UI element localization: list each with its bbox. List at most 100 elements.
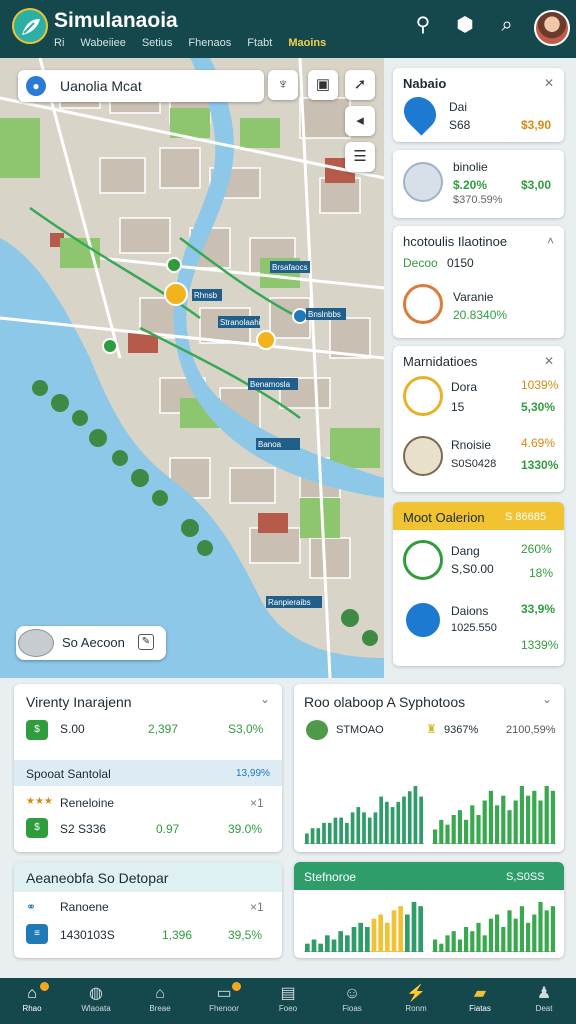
chart-bar <box>482 800 487 844</box>
chart-bar <box>495 914 500 952</box>
bottom-card-2[interactable]: Roo olaboop A Syphotoos ⌄ STMOAO ♜ 9367%… <box>294 684 564 852</box>
map-search-bar[interactable]: ● Uanolia Mcat <box>18 70 264 102</box>
row-name: Daions <box>451 604 489 618</box>
nav-label: Ronm <box>405 1004 427 1013</box>
cash-icon: $ <box>26 720 48 740</box>
info-card-2[interactable]: binolie $.20% $3,00 $370.59% <box>393 150 564 218</box>
people-icon: ☺ <box>343 985 361 1002</box>
info-card-1[interactable]: Nabaio ✕ Dai S68 $3,90 <box>393 68 564 142</box>
bottom-card-3[interactable]: Aeaneobfa So Detopar ⚭ Ranoene ×1 ≡ 1430… <box>14 862 282 958</box>
microphone-icon[interactable]: ♆ <box>268 70 298 100</box>
user-avatar[interactable] <box>534 10 570 46</box>
chart-bar <box>526 922 531 952</box>
nav-label: Deat <box>535 1004 553 1013</box>
bottom-card-4[interactable]: Stefnoroe S,S0SS <box>294 862 564 958</box>
info-card-3[interactable]: hcotoulis Ilaotinoe ˄ Decoo 0150 Varanie… <box>393 226 564 338</box>
chart-bar <box>331 939 337 952</box>
app-logo[interactable] <box>12 8 48 44</box>
chart-bar <box>385 922 390 952</box>
bottom-card-1[interactable]: Virenty Inarajenn ⌄ $ S.00 2,397 S3,0% S… <box>14 684 282 852</box>
chevron-up-icon[interactable]: ˄ <box>547 234 554 248</box>
location-search-icon[interactable]: ⚲ <box>410 12 436 38</box>
top-nav: Ri Wabeiiee Setius Fhenaos Ftabt Maoins <box>54 37 326 49</box>
chart-bar <box>457 810 462 844</box>
directions-icon[interactable]: ➚ <box>345 70 375 100</box>
chart-bar <box>507 910 512 952</box>
row-name: Rnoisie <box>451 438 492 452</box>
chart-bar <box>532 790 537 844</box>
chart-bar <box>396 801 401 844</box>
bottom-nav-finance[interactable]: ▭ Fhenoor <box>192 978 256 1024</box>
nav-item-2[interactable]: Wabeiiee <box>80 37 125 49</box>
nav-item-5[interactable]: Ftabt <box>247 37 272 49</box>
row-sub: 1025.550 <box>451 622 497 634</box>
info-card-4[interactable]: Marnidatioes ✕ Dora 1039% 15 5,30% Rnois… <box>393 346 564 492</box>
chart-bar <box>464 819 469 844</box>
row-pct: 4.69% <box>521 436 556 450</box>
building-icon <box>403 600 443 640</box>
card-sub: S68 <box>449 118 471 132</box>
globe-icon: ◍ <box>89 985 103 1002</box>
nav-label: Breae <box>149 1004 171 1013</box>
shield-icon[interactable]: ⬢ <box>452 12 478 38</box>
cell: 39,5% <box>228 928 263 942</box>
bottom-nav-home[interactable]: ⌂ Rhao <box>0 978 64 1024</box>
energy-icon: ⚡ <box>406 985 426 1002</box>
nav-item-1[interactable]: Ri <box>54 37 64 49</box>
card-title: hcotoulis Ilaotinoe <box>403 234 508 249</box>
nav-item-3[interactable]: Setius <box>142 37 173 49</box>
row-name: Dora <box>451 380 478 394</box>
link-icon: ⚭ <box>26 900 37 914</box>
nav-item-6[interactable]: Maoins <box>288 37 326 49</box>
layers-icon[interactable]: ▣ <box>308 70 338 100</box>
info-card-5[interactable]: Moot Oalerion S 86685 Dang 260% S,S0.00 … <box>393 502 564 666</box>
row-count: ×1 <box>250 900 264 914</box>
location-pin-icon: ● <box>26 76 46 96</box>
bottom-nav-people[interactable]: ☺ Fioas <box>320 978 384 1024</box>
chart-bar <box>538 902 543 952</box>
star-rating-icon: ★★★ <box>26 796 53 807</box>
bottom-nav-store[interactable]: ▤ Foeo <box>256 978 320 1024</box>
chart-bar <box>513 918 518 952</box>
map-canvas: Rhnsb Brsafaocs Stranolaahi Bnslnbbs Ben… <box>0 58 384 678</box>
chart-bar <box>457 939 462 952</box>
chart-bar <box>544 786 549 844</box>
chevron-down-icon[interactable]: ⌄ <box>542 692 552 706</box>
vehicle-chip[interactable]: So Aecoon ✎ <box>16 626 166 660</box>
row-count: ×1 <box>250 796 264 810</box>
nav-label: Wlaoata <box>81 1004 111 1013</box>
chart-bar <box>362 812 366 844</box>
chart-bar <box>379 796 383 844</box>
chart-bar <box>339 817 343 844</box>
map-view[interactable]: Rhnsb Brsafaocs Stranolaahi Bnslnbbs Ben… <box>0 58 384 678</box>
map-label: Ranpieraibs <box>268 598 311 607</box>
nav-item-4[interactable]: Fhenaos <box>188 37 231 49</box>
chevron-down-icon[interactable]: ⌄ <box>260 692 270 706</box>
bottom-nav-folder[interactable]: ▰ Fiatas <box>448 978 512 1024</box>
close-icon[interactable]: ✕ <box>544 354 554 368</box>
close-icon[interactable]: ✕ <box>544 76 554 90</box>
chart-bar <box>305 943 310 952</box>
cell: 1,396 <box>162 928 193 942</box>
cell: 2100,59% <box>506 724 556 736</box>
chart-bar <box>433 829 438 844</box>
bottom-nav-buildings[interactable]: ⌂ Breae <box>128 978 192 1024</box>
edit-icon[interactable]: ✎ <box>138 634 154 650</box>
temple-icon <box>403 162 443 202</box>
chart-bar <box>391 910 397 952</box>
map-label: Benamosla <box>250 380 291 389</box>
list-icon[interactable]: ☰ <box>345 142 375 172</box>
bottom-nav-energy[interactable]: ⚡ Ronm <box>384 978 448 1024</box>
card-name: binolie <box>453 160 488 174</box>
chart-bar <box>358 922 363 952</box>
bottom-nav-profile[interactable]: ♟ Deat <box>512 978 576 1024</box>
app-title: Simulanaoia <box>54 9 178 32</box>
bottom-nav-world[interactable]: ◍ Wlaoata <box>64 978 128 1024</box>
bar-chart-2 <box>432 786 556 844</box>
navigate-icon[interactable]: ◂ <box>345 106 375 136</box>
chart-bar <box>325 935 330 952</box>
search-icon[interactable]: ⌕ <box>494 12 520 38</box>
chart-bar <box>345 822 349 844</box>
chart-bar <box>385 801 389 844</box>
car-icon <box>18 629 54 657</box>
